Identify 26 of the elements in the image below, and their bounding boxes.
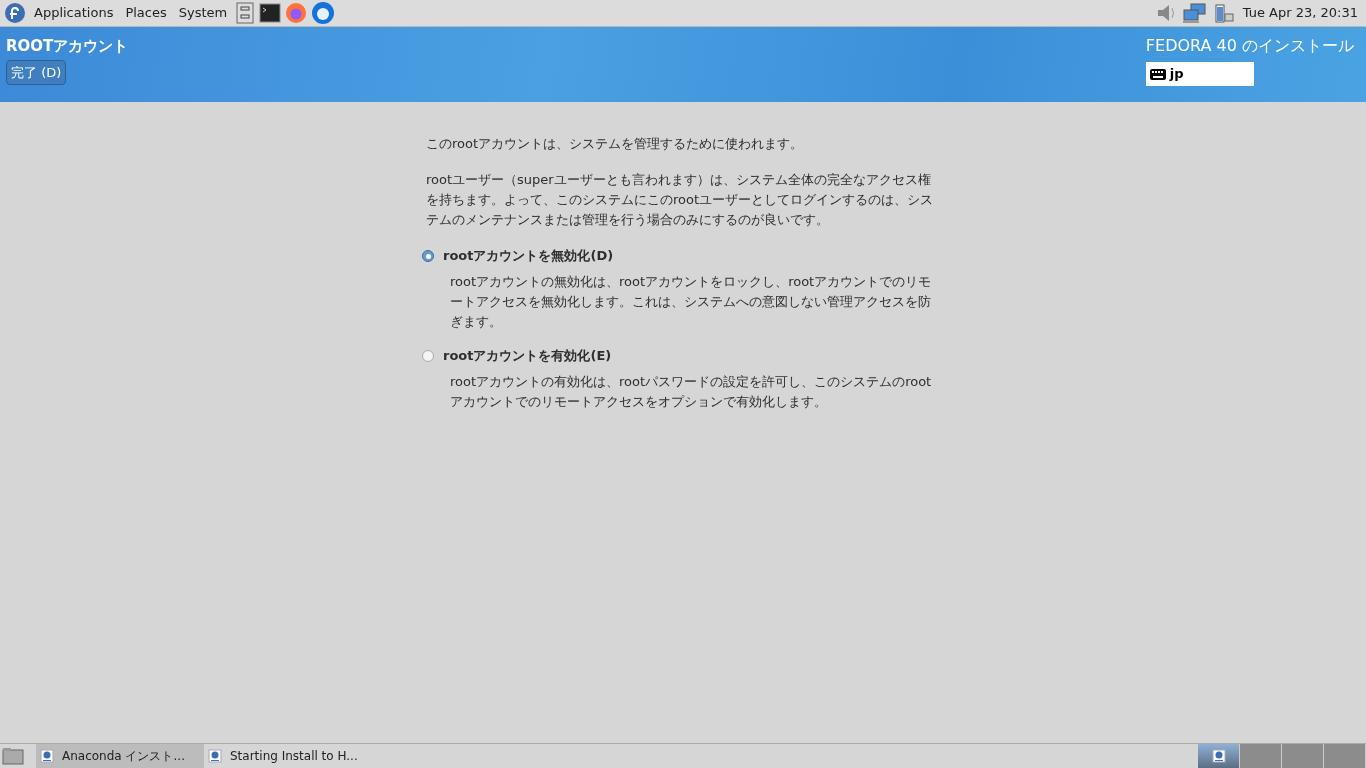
radio-option[interactable]: rootアカウントを有効化(E) (422, 346, 936, 366)
taskbar-button[interactable]: Anaconda インスト... (36, 744, 204, 768)
workspace-switcher[interactable] (1240, 744, 1282, 768)
keyboard-icon (1149, 68, 1166, 80)
menu-item[interactable]: Places (121, 3, 171, 23)
product-title: FEDORA 40 のインストール (1145, 36, 1354, 56)
menu-item[interactable]: Applications (30, 3, 118, 23)
screen-title: ROOTアカウント (6, 36, 129, 56)
network-computers-icon[interactable] (1180, 2, 1209, 24)
taskbar-button[interactable]: Starting Install to H... (204, 744, 372, 768)
menu-item[interactable]: System (174, 3, 232, 23)
intro-paragraph: rootユーザー（superユーザーとも言われます）は、システム全体の完全なアクセス権を持ちます。よって、このシステムにこのrootユーザーとしてログインするのは、システムのメンテナンスまたは管理を行う場合のみにするのが良いです。 (426, 171, 935, 229)
workspace-switcher[interactable] (1324, 744, 1366, 768)
intro-paragraph: このrootアカウントは、システムを管理するために使われます。 (426, 135, 805, 153)
radio-button[interactable] (422, 350, 434, 362)
show-desktop-icon[interactable] (2, 747, 24, 765)
workspace-switcher[interactable] (1198, 744, 1240, 768)
done-button[interactable]: 完了 (D) (6, 60, 67, 85)
option-description: rootアカウントの有効化は、rootパスワードの設定を許可し、このシステムのrootアカウントでのリモートアクセスをオプションで有効化します。 (450, 373, 933, 411)
radio-button[interactable] (422, 250, 434, 262)
workspace-switcher[interactable] (1282, 744, 1324, 768)
clock[interactable]: Tue Apr 23, 20:31 (1238, 3, 1362, 23)
radio-option[interactable]: rootアカウントを無効化(D) (422, 246, 936, 266)
option-description: rootアカウントの無効化は、rootアカウントをロックし、rootアカウントでのリモートアクセスを無効化します。これは、システムへの意図しない管理アクセスを防ぎます。 (450, 273, 933, 331)
terminal-icon[interactable] (259, 3, 282, 23)
keyboard-layout-field[interactable]: jp (1145, 62, 1254, 86)
